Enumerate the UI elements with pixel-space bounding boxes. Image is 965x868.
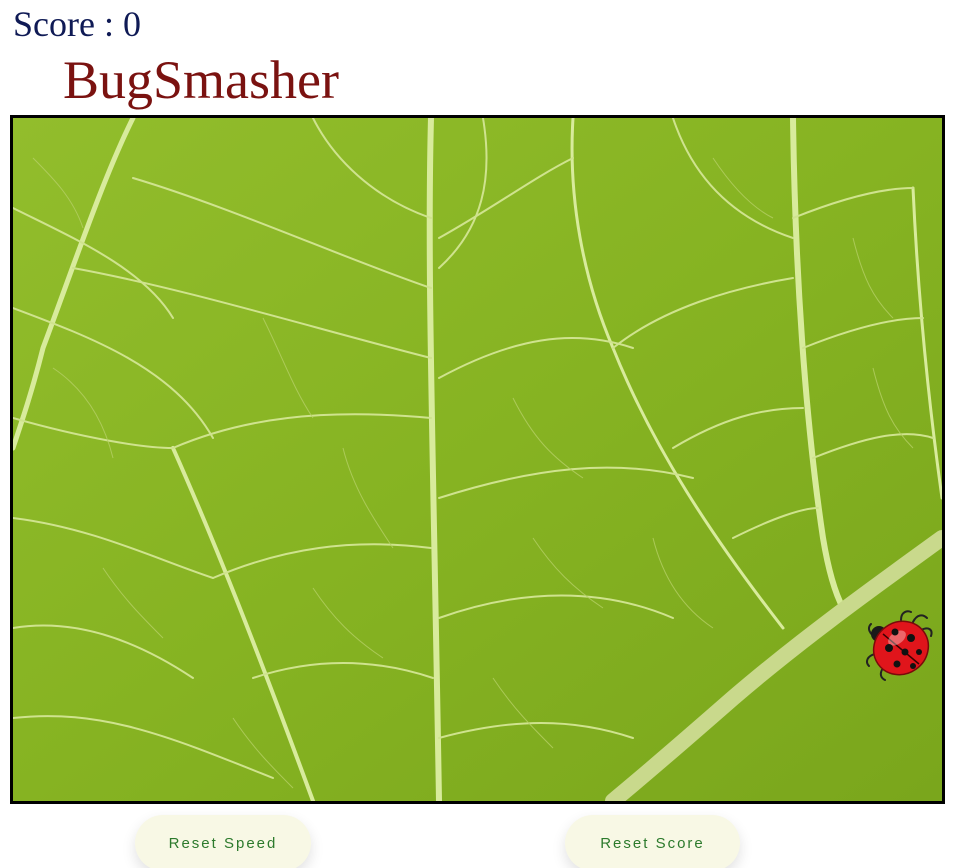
- leaf-background: [13, 118, 942, 801]
- reset-score-button[interactable]: Reset Score: [565, 815, 740, 868]
- score-display: Score : 0: [13, 2, 141, 46]
- score-label: Score :: [13, 4, 123, 44]
- game-title: BugSmasher: [63, 50, 339, 110]
- game-page: Score : 0 BugSmasher Reset Speed Reset S…: [0, 0, 965, 868]
- game-board[interactable]: [10, 115, 945, 804]
- ladybug-icon[interactable]: [861, 608, 937, 684]
- reset-speed-button[interactable]: Reset Speed: [135, 815, 311, 868]
- score-value: 0: [122, 4, 141, 44]
